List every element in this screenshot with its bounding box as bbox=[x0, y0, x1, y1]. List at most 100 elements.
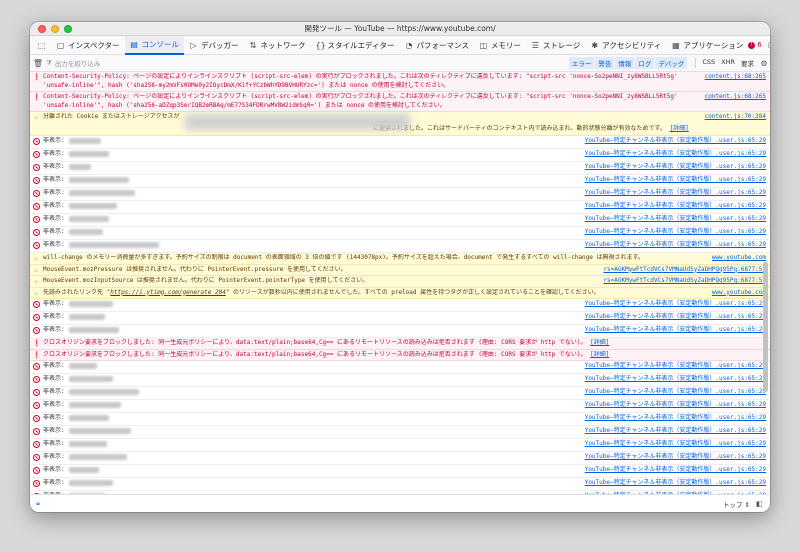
log-message: 非表示: bbox=[43, 440, 579, 449]
tab-label: ネットワーク bbox=[260, 40, 306, 50]
clear-console-icon[interactable]: 🗑 bbox=[30, 59, 46, 68]
minimize-window-button[interactable] bbox=[51, 25, 59, 33]
dock-options-icon[interactable]: ▢ bbox=[768, 41, 770, 49]
source-link[interactable]: content.js:68:265 bbox=[699, 73, 770, 82]
source-link[interactable]: YouTube−特定チャンネル非表示（安定動作版）.user.js:65:29 bbox=[579, 427, 770, 436]
filter-input[interactable]: ⧩ 出力を絞り込み bbox=[46, 58, 569, 69]
blocked-icon bbox=[30, 479, 43, 489]
ban-icon bbox=[33, 164, 40, 171]
tab-debugger[interactable]: ▷ デバッガー bbox=[184, 36, 244, 55]
maximize-window-button[interactable] bbox=[64, 25, 72, 33]
error-icon: ❗ bbox=[32, 339, 41, 347]
detail-link[interactable]: [詳細] bbox=[590, 351, 609, 358]
filter-extra-xhr[interactable]: XHR bbox=[721, 58, 735, 68]
blocked-icon bbox=[30, 176, 43, 186]
hidden-label: 非表示: bbox=[43, 466, 65, 473]
message-line: MouseEvent.mozInputSource は推奨されません。代わりに … bbox=[43, 277, 369, 284]
devtools-window: 開発ツール — YouTube — https://www.youtube.co… bbox=[30, 22, 770, 512]
tab-console[interactable]: ▤ コンソール bbox=[124, 35, 185, 55]
source-link[interactable]: YouTube−特定チャンネル非表示（安定動作版）.user.js:65:29 bbox=[579, 326, 770, 335]
tab-style-editor[interactable]: {} スタイルエディター bbox=[311, 36, 400, 55]
redacted-text bbox=[69, 228, 103, 235]
ban-icon bbox=[33, 216, 40, 223]
source-link[interactable]: YouTube−特定チャンネル非表示（安定動作版）.user.js:65:29 bbox=[579, 189, 770, 198]
log-row-warning: ⚠ 分離された Cookie またはストレージアクセスが に提供されました。これはサ… bbox=[30, 112, 770, 136]
source-link[interactable]: www.youtube.com bbox=[706, 289, 770, 298]
error-count-badge[interactable]: ! 6 bbox=[748, 41, 762, 49]
log-message: 非表示: bbox=[43, 189, 579, 198]
divider bbox=[695, 58, 697, 68]
log-row-hidden: 非表示: YouTube−特定チャンネル非表示（安定動作版）.user.js:65… bbox=[30, 400, 770, 413]
log-message: MouseEvent.mozPressure は推奨されません。代わりに Poi… bbox=[43, 266, 597, 275]
message-line: クロスオリジン要求をブロックしました: 同一生成元ポリシーにより、data:te… bbox=[43, 350, 587, 358]
source-link[interactable]: rs=AGKMywFtTcdVCs7VMNaUdSyZaDHPQq95Pq:68… bbox=[597, 277, 770, 286]
log-message: 非表示: bbox=[43, 401, 579, 410]
title-bar: 開発ツール — YouTube — https://www.youtube.co… bbox=[30, 22, 770, 36]
source-link[interactable]: www.youtube.com bbox=[706, 254, 770, 263]
source-link[interactable]: YouTube−特定チャンネル非表示（安定動作版）.user.js:65:29 bbox=[579, 453, 770, 462]
log-message: MouseEvent.mozInputSource は推奨されません。代わりに … bbox=[43, 277, 597, 286]
tab-performance[interactable]: ◔ パフォーマンス bbox=[400, 36, 474, 55]
filter-level-3[interactable]: ログ bbox=[635, 57, 655, 69]
tab-storage[interactable]: ☰ ストレージ bbox=[526, 36, 585, 55]
console-input[interactable]: » トップ ⇕ ◧ bbox=[30, 494, 770, 512]
tab-inspector[interactable]: ▢ インスペクター bbox=[51, 36, 125, 55]
source-link[interactable]: YouTube−特定チャンネル非表示（安定動作版）.user.js:65:29 bbox=[579, 137, 770, 146]
blocked-icon bbox=[30, 466, 43, 476]
tab-application[interactable]: ▦ アプリケーション bbox=[666, 36, 748, 55]
window-controls bbox=[38, 25, 72, 33]
sidebar-toggle-icon[interactable]: ◧ bbox=[756, 500, 770, 508]
source-link[interactable]: YouTube−特定チャンネル非表示（安定動作版）.user.js:65:29 bbox=[579, 228, 770, 237]
source-link[interactable]: YouTube−特定チャンネル非表示（安定動作版）.user.js:65:29 bbox=[579, 300, 770, 309]
source-link[interactable]: YouTube−特定チャンネル非表示（安定動作版）.user.js:65:29 bbox=[579, 150, 770, 159]
close-window-button[interactable] bbox=[38, 25, 46, 33]
filter-level-4[interactable]: デバッグ bbox=[655, 57, 688, 69]
tab-memory[interactable]: ◫ メモリー bbox=[474, 36, 526, 55]
source-link[interactable]: content.js:70:284 bbox=[699, 113, 770, 122]
source-link[interactable]: content.js:68:265 bbox=[699, 93, 770, 102]
source-link[interactable]: YouTube−特定チャンネル非表示（安定動作版）.user.js:65:29 bbox=[579, 202, 770, 211]
redacted-text bbox=[69, 215, 109, 222]
error-icon: ❗ bbox=[32, 73, 41, 81]
settings-gear-icon[interactable]: ⚙ bbox=[758, 59, 770, 68]
source-link[interactable]: YouTube−特定チャンネル非表示（安定動作版）.user.js:65:29 bbox=[579, 241, 770, 250]
filter-extra-css[interactable]: CSS bbox=[702, 58, 715, 68]
ban-icon bbox=[33, 467, 40, 474]
ban-icon bbox=[33, 441, 40, 448]
filter-level-2[interactable]: 情報 bbox=[615, 57, 635, 69]
source-link[interactable]: YouTube−特定チャンネル非表示（安定動作版）.user.js:65:29 bbox=[579, 440, 770, 449]
source-link[interactable]: YouTube−特定チャンネル非表示（安定動作版）.user.js:65:29 bbox=[579, 176, 770, 185]
log-row-error: ❗ Content-Security-Policy: ページの設定によりインライン… bbox=[30, 72, 770, 92]
scrollbar-thumb[interactable] bbox=[763, 262, 768, 392]
preload-link[interactable]: https://i.ytimg.com/generate_204 bbox=[110, 289, 226, 296]
source-link[interactable]: YouTube−特定チャンネル非表示（安定動作版）.user.js:65:29 bbox=[579, 215, 770, 224]
filter-placeholder: 出力を絞り込み bbox=[54, 60, 101, 68]
message-line: クロスオリジン要求をブロックしました: 同一生成元ポリシーにより、data:te… bbox=[43, 339, 587, 346]
filter-level-0[interactable]: エラー bbox=[568, 57, 595, 69]
source-link[interactable]: YouTube−特定チャンネル非表示（安定動作版）.user.js:65:29 bbox=[579, 466, 770, 475]
log-row-hidden: 非表示: YouTube−特定チャンネル非表示（安定動作版）.user.js:65… bbox=[30, 240, 770, 253]
source-link[interactable]: YouTube−特定チャンネル非表示（安定動作版）.user.js:65:29 bbox=[579, 388, 770, 397]
log-message: クロスオリジン要求をブロックしました: 同一生成元ポリシーにより、data:te… bbox=[43, 339, 770, 348]
tab-picker[interactable]: ⬚ bbox=[32, 36, 51, 55]
detail-link[interactable]: [詳細] bbox=[590, 339, 609, 346]
log-row-error: ❗ クロスオリジン要求をブロックしました: 同一生成元ポリシーにより、data:t… bbox=[30, 349, 770, 361]
hidden-label: 非表示: bbox=[43, 414, 65, 421]
tab-network[interactable]: ⇅ ネットワーク bbox=[244, 36, 311, 55]
source-link[interactable]: YouTube−特定チャンネル非表示（安定動作版）.user.js:65:29 bbox=[579, 401, 770, 410]
source-link[interactable]: YouTube−特定チャンネル非表示（安定動作版）.user.js:65:29 bbox=[579, 163, 770, 172]
source-link[interactable]: YouTube−特定チャンネル非表示（安定動作版）.user.js:65:29 bbox=[579, 375, 770, 384]
blocked-icon bbox=[30, 453, 43, 463]
context-selector[interactable]: トップ ⇕ bbox=[723, 499, 750, 509]
filter-extra-要求[interactable]: 要求 bbox=[741, 58, 754, 68]
source-link[interactable]: YouTube−特定チャンネル非表示（安定動作版）.user.js:65:29 bbox=[579, 479, 770, 488]
source-link[interactable]: YouTube−特定チャンネル非表示（安定動作版）.user.js:65:29 bbox=[579, 362, 770, 371]
source-link[interactable]: rs=AGKMywFtTcdVCs7VMNaUdSyZaDHPQq95Pq:68… bbox=[597, 266, 770, 275]
message-line: will-change のメモリー消費量が多すぎます。予約サイズの制限は doc… bbox=[43, 254, 644, 261]
detail-link[interactable]: [詳細] bbox=[670, 125, 689, 132]
filter-level-1[interactable]: 警告 bbox=[595, 57, 615, 69]
tab-accessibility[interactable]: ✱ アクセシビリティ bbox=[585, 36, 666, 55]
source-link[interactable]: YouTube−特定チャンネル非表示（安定動作版）.user.js:65:29 bbox=[579, 414, 770, 423]
hidden-label: 非表示: bbox=[43, 163, 65, 170]
source-link[interactable]: YouTube−特定チャンネル非表示（安定動作版）.user.js:65:29 bbox=[579, 313, 770, 322]
